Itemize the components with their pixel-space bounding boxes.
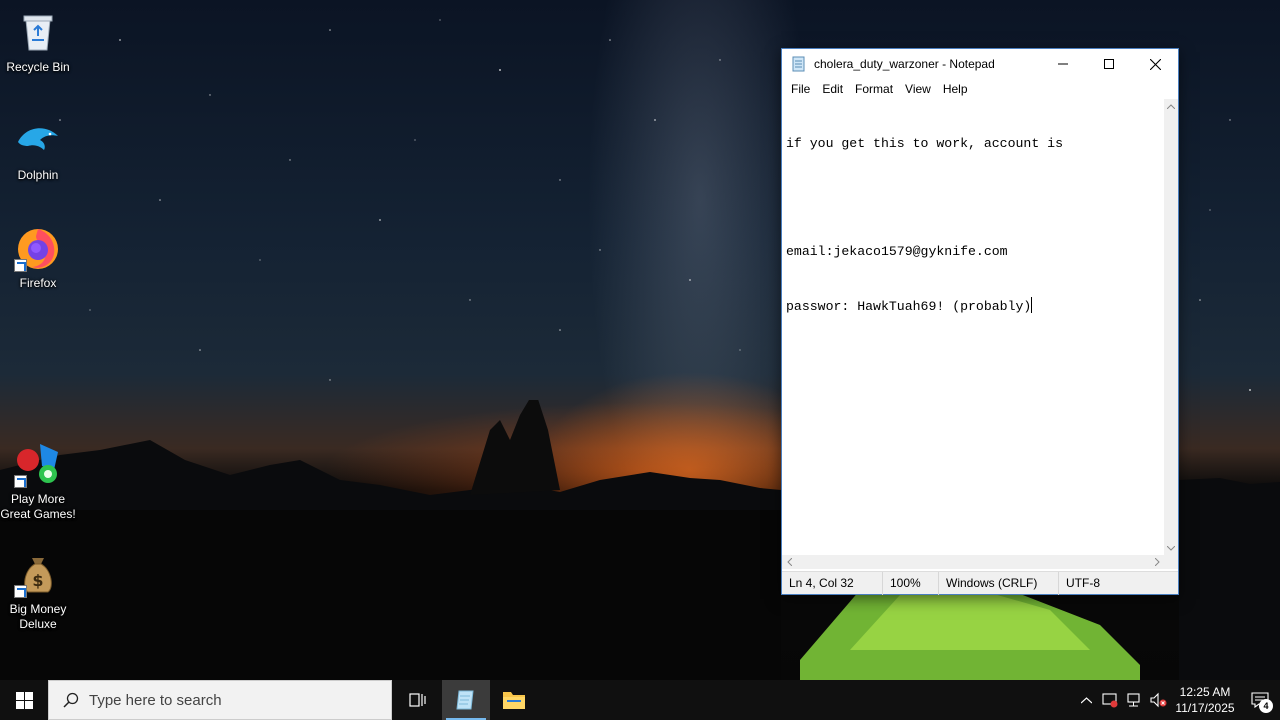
desktop-icon-big-money-deluxe[interactable]: $ Big Money Deluxe xyxy=(0,550,76,632)
text-editor[interactable]: if you get this to work, account is emai… xyxy=(782,99,1164,605)
scroll-up-icon[interactable] xyxy=(1164,99,1178,113)
start-button[interactable] xyxy=(0,680,48,720)
taskbar-file-explorer-button[interactable] xyxy=(490,680,538,720)
menu-view[interactable]: View xyxy=(899,79,937,99)
task-view-icon xyxy=(409,693,426,707)
notification-count-badge: 4 xyxy=(1259,699,1273,713)
dolphin-icon xyxy=(14,116,62,164)
volume-button[interactable] xyxy=(1146,680,1170,720)
minimize-icon xyxy=(1058,63,1068,65)
menu-bar: File Edit Format View Help xyxy=(782,79,1178,99)
status-encoding: UTF-8 xyxy=(1058,571,1176,595)
desktop-icon-label: Firefox xyxy=(19,276,57,290)
scroll-right-icon[interactable] xyxy=(1150,555,1164,569)
tray-device-icon-button[interactable] xyxy=(1098,680,1122,720)
firefox-icon xyxy=(14,224,62,272)
clock-time: 12:25 AM xyxy=(1179,685,1231,699)
desktop-icon-label: Recycle Bin xyxy=(6,60,70,74)
vertical-scrollbar[interactable] xyxy=(1164,99,1178,555)
windows-logo-icon xyxy=(15,691,33,709)
shortcut-arrow-icon xyxy=(14,475,27,488)
desktop-icon-label: Big Money Deluxe xyxy=(9,602,67,631)
recycle-bin-icon xyxy=(14,8,62,56)
clock-date: 11/17/2025 xyxy=(1175,701,1235,715)
task-view-button[interactable] xyxy=(394,680,442,720)
network-button[interactable] xyxy=(1122,680,1146,720)
scroll-down-icon[interactable] xyxy=(1164,541,1178,555)
window-title: cholera_duty_warzoner - Notepad xyxy=(814,57,995,71)
chevron-up-icon xyxy=(1080,696,1092,703)
notepad-app-icon xyxy=(791,56,807,72)
taskbar-clock[interactable]: 12:25 AM 11/17/2025 xyxy=(1170,684,1240,716)
text-line: passwor: HawkTuah69! (probably) xyxy=(786,299,1032,314)
notepad-taskbar-icon xyxy=(456,690,474,710)
horizontal-scrollbar[interactable] xyxy=(782,555,1164,569)
taskbar-search-box[interactable] xyxy=(48,680,392,720)
desktop-icon-dolphin[interactable]: Dolphin xyxy=(0,116,76,183)
menu-edit[interactable]: Edit xyxy=(816,79,849,99)
games-icon xyxy=(14,440,62,488)
status-bar: Ln 4, Col 32 100% Windows (CRLF) UTF-8 xyxy=(782,571,1178,595)
menu-help[interactable]: Help xyxy=(937,79,974,99)
desktop-icon-label: Dolphin xyxy=(17,168,59,182)
close-icon xyxy=(1149,58,1161,70)
status-zoom: 100% xyxy=(882,571,938,595)
show-hidden-icons-button[interactable] xyxy=(1074,680,1098,720)
desktop-icon-play-more-great-games[interactable]: Play More Great Games! xyxy=(0,440,76,522)
menu-format[interactable]: Format xyxy=(849,79,899,99)
shortcut-arrow-icon xyxy=(14,585,27,598)
search-input[interactable] xyxy=(89,691,369,709)
svg-text:$: $ xyxy=(32,571,43,590)
search-icon xyxy=(63,692,79,708)
maximize-icon xyxy=(1104,59,1114,69)
desktop-icon-label: Play More Great Games! xyxy=(0,492,76,521)
network-icon xyxy=(1127,693,1140,707)
desktop-icon-recycle-bin[interactable]: Recycle Bin xyxy=(0,8,76,75)
system-tray: 12:25 AM 11/17/2025 4 xyxy=(1074,680,1280,720)
minimize-button[interactable] xyxy=(1040,49,1086,79)
status-cursor-position: Ln 4, Col 32 xyxy=(789,575,854,590)
maximize-button[interactable] xyxy=(1086,49,1132,79)
notepad-window[interactable]: cholera_duty_warzoner - Notepad File Edi… xyxy=(781,48,1179,595)
text-caret xyxy=(1031,297,1033,313)
text-line xyxy=(786,189,1160,207)
money-bag-icon: $ xyxy=(14,550,62,598)
close-button[interactable] xyxy=(1132,49,1178,79)
text-line-caret: passwor: HawkTuah69! (probably) xyxy=(786,297,1160,315)
folder-icon xyxy=(503,692,525,709)
volume-muted-icon xyxy=(1149,692,1166,708)
text-line: if you get this to work, account is xyxy=(786,136,1063,151)
scroll-left-icon[interactable] xyxy=(782,555,796,569)
action-center-button[interactable]: 4 xyxy=(1240,680,1280,720)
status-line-ending: Windows (CRLF) xyxy=(938,571,1058,595)
shortcut-arrow-icon xyxy=(14,259,27,272)
scroll-corner xyxy=(1164,555,1178,569)
taskbar-notepad-button[interactable] xyxy=(442,680,490,720)
menu-file[interactable]: File xyxy=(785,79,816,99)
desktop-icon-firefox[interactable]: Firefox xyxy=(0,224,76,291)
title-bar[interactable]: cholera_duty_warzoner - Notepad xyxy=(782,49,1178,79)
taskbar: 12:25 AM 11/17/2025 4 xyxy=(0,680,1280,720)
text-line: email:jekaco1579@gyknife.com xyxy=(786,244,1008,259)
device-alert-icon xyxy=(1102,693,1118,708)
